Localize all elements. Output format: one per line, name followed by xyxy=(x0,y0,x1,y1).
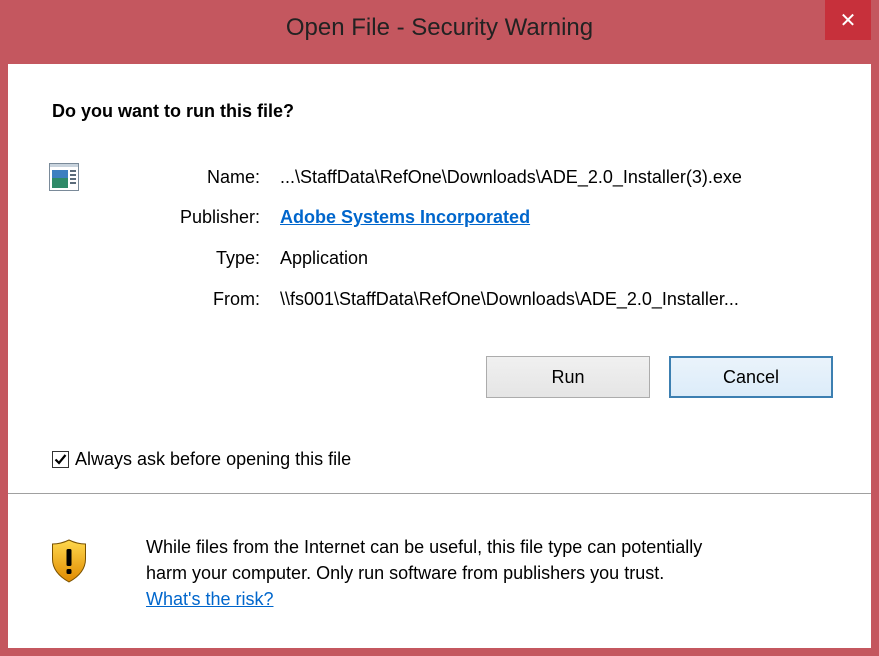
title-bar[interactable]: Open File - Security Warning ✕ xyxy=(0,0,879,64)
close-button[interactable]: ✕ xyxy=(825,0,871,40)
dialog-body: Do you want to run this file? Name: ...\… xyxy=(8,64,871,648)
type-label: Type: xyxy=(215,248,260,268)
security-warning-dialog: Open File - Security Warning ✕ Do you wa… xyxy=(0,0,879,656)
window-title: Open File - Security Warning xyxy=(285,14,594,41)
shield-warning-icon xyxy=(52,539,86,583)
warning-message: While files from the Internet can be use… xyxy=(146,534,846,612)
dialog-question: Do you want to run this file? xyxy=(52,101,294,121)
warning-line-2: harm your computer. Only run software fr… xyxy=(146,563,665,583)
application-window-icon xyxy=(49,163,79,191)
always-ask-label: Always ask before opening this file xyxy=(75,449,352,469)
from-value: \\fs001\StaffData\RefOne\Downloads\ADE_2… xyxy=(280,289,739,309)
run-button[interactable]: Run xyxy=(486,356,650,398)
checkmark-icon xyxy=(54,454,67,465)
cancel-button[interactable]: Cancel xyxy=(669,356,833,398)
always-ask-option[interactable]: Always ask before opening this file xyxy=(52,449,351,470)
name-value: ...\StaffData\RefOne\Downloads\ADE_2.0_I… xyxy=(280,167,742,187)
publisher-link[interactable]: Adobe Systems Incorporated xyxy=(280,207,530,228)
close-icon: ✕ xyxy=(839,9,857,32)
always-ask-checkbox[interactable] xyxy=(52,451,69,468)
type-value: Application xyxy=(280,248,369,268)
whats-the-risk-link[interactable]: What's the risk? xyxy=(146,589,273,609)
name-label: Name: xyxy=(206,167,260,187)
from-label: From: xyxy=(213,289,260,309)
divider xyxy=(8,493,871,494)
publisher-label: Publisher: xyxy=(179,207,260,227)
warning-line-1: While files from the Internet can be use… xyxy=(146,537,703,557)
